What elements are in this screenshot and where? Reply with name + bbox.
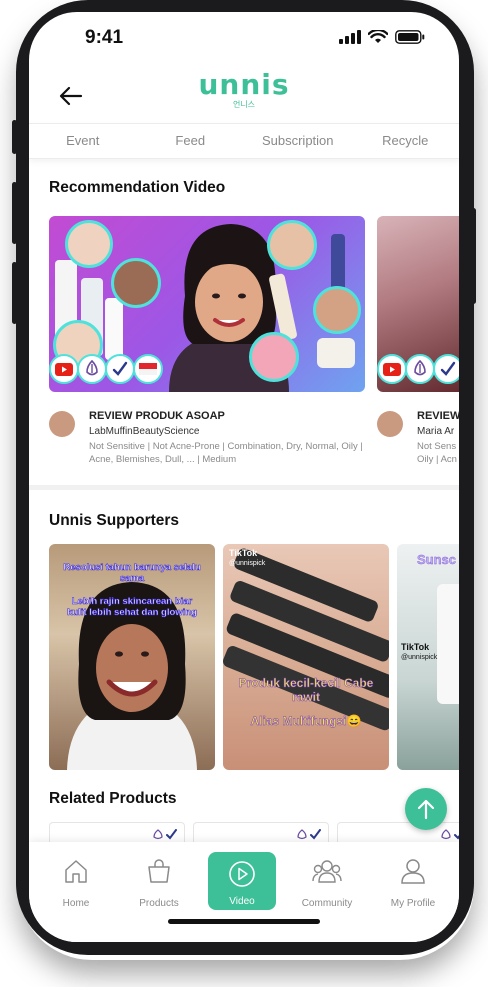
check-certified-icon: [105, 354, 135, 384]
nav-home-label: Home: [62, 898, 90, 909]
certification-icons: [297, 829, 321, 840]
tab-subscription[interactable]: Subscription: [244, 124, 352, 158]
halal-icon: [77, 354, 107, 384]
tiktok-handle: @unnispick: [401, 654, 438, 661]
profile-icon: [401, 859, 425, 884]
bottom-navigation: Home Products Video Community My Profile: [29, 842, 459, 942]
overlay-caption: Sunsc Da: [417, 552, 459, 567]
nav-products[interactable]: Products: [125, 852, 193, 910]
recommendation-title: Recommendation Video: [49, 179, 226, 196]
overlay-caption: Resolusi tahun barunya selalu sama: [63, 562, 201, 585]
indonesia-flag-icon: [133, 354, 163, 384]
nav-my-profile-label: My Profile: [390, 898, 436, 909]
product-bottle: [105, 298, 123, 360]
signal-icon: [339, 30, 361, 44]
supporters-title: Unnis Supporters: [49, 512, 180, 529]
nav-my-profile[interactable]: My Profile: [379, 852, 447, 910]
video-title[interactable]: REVIEW PRODUK ASOAP: [89, 410, 225, 422]
app-logo: unnis 언니스: [29, 68, 459, 110]
video-channel[interactable]: LabMuffinBeautyScience: [89, 426, 199, 437]
tab-feed[interactable]: Feed: [137, 124, 245, 158]
video-title[interactable]: REVIEW: [417, 410, 459, 422]
overlay-caption: Lebih rajin skincarean biar kulit lebih …: [67, 596, 197, 619]
channel-avatar[interactable]: [377, 411, 403, 437]
reviewer-avatar: [65, 220, 113, 268]
tab-recycle[interactable]: Recycle: [352, 124, 460, 158]
nav-home[interactable]: Home: [42, 852, 110, 910]
check-certified-icon: [433, 354, 459, 384]
product-bottle: [331, 234, 345, 292]
nav-products-label: Products: [139, 898, 179, 909]
volume-down-button: [12, 262, 17, 324]
certification-icons: [153, 829, 177, 840]
top-tabs: Event Feed Subscription Recycle: [29, 123, 459, 159]
wifi-icon: [368, 30, 388, 43]
video-badges: [49, 354, 163, 384]
supporter-video-card[interactable]: Sunsc Da TikTok @unnispick: [397, 544, 459, 770]
video-thumbnail[interactable]: [377, 216, 459, 392]
supporter-image: [223, 548, 389, 731]
section-divider: [29, 485, 459, 490]
nav-video[interactable]: Video: [208, 852, 276, 910]
tiktok-handle: @unnispick: [229, 560, 266, 567]
supporter-video-card[interactable]: Resolusi tahun barunya selalu sama Lebih…: [49, 544, 215, 770]
video-tags: Not Sensitive | Not Acne-Prone | Combina…: [89, 441, 363, 465]
certification-icons: [441, 829, 459, 840]
nav-community[interactable]: Community: [293, 852, 361, 910]
status-time: 9:41: [85, 27, 124, 48]
product-bottle: [437, 584, 459, 704]
overlay-caption: Alias Multifungsi😄: [250, 714, 362, 729]
arrow-up-icon: [417, 799, 435, 820]
mute-switch: [12, 120, 17, 154]
status-icons: [339, 30, 425, 44]
reviewer-avatar: [249, 332, 299, 382]
home-indicator: [168, 919, 320, 924]
video-badges: [377, 354, 459, 384]
status-bar: 9:41: [29, 12, 459, 64]
nav-video-label: Video: [229, 896, 255, 907]
nav-community-label: Community: [301, 898, 353, 909]
video-channel[interactable]: Maria Ar: [417, 426, 454, 437]
stage: 9:41 unnis 언니스 Event Feed Subscription R…: [0, 0, 488, 987]
logo-text: unnis: [198, 68, 290, 101]
battery-icon: [395, 30, 425, 44]
related-products-title: Related Products: [49, 790, 177, 807]
video-thumbnail[interactable]: [49, 216, 365, 392]
volume-up-button: [12, 182, 17, 244]
supporter-video-card[interactable]: TikTok @unnispick Produk kecil-kecil Cab…: [223, 544, 389, 770]
community-icon: [312, 860, 342, 883]
logo-subtext: 언니스: [232, 100, 256, 109]
youtube-icon: [377, 354, 407, 384]
power-button: [471, 208, 476, 304]
screen: 9:41 unnis 언니스 Event Feed Subscription R…: [29, 12, 459, 942]
tiktok-label: TikTok: [229, 548, 258, 558]
app-header: unnis 언니스: [29, 64, 459, 124]
bag-icon: [148, 859, 170, 883]
video-tags: Not Sens Oily | Acn: [417, 441, 457, 465]
reviewer-avatar: [267, 220, 317, 270]
scroll-to-top-button[interactable]: [405, 788, 447, 830]
overlay-caption: Produk kecil-kecil Cabe rawit: [238, 676, 374, 705]
product-jar: [317, 338, 355, 368]
youtube-icon: [49, 354, 79, 384]
reviewer-avatar: [111, 258, 161, 308]
tiktok-label: TikTok: [401, 642, 430, 652]
channel-avatar[interactable]: [49, 411, 75, 437]
tab-event[interactable]: Event: [29, 124, 137, 158]
reviewer-avatar: [313, 286, 361, 334]
play-icon: [229, 861, 255, 887]
halal-icon: [405, 354, 435, 384]
home-icon: [65, 860, 87, 883]
